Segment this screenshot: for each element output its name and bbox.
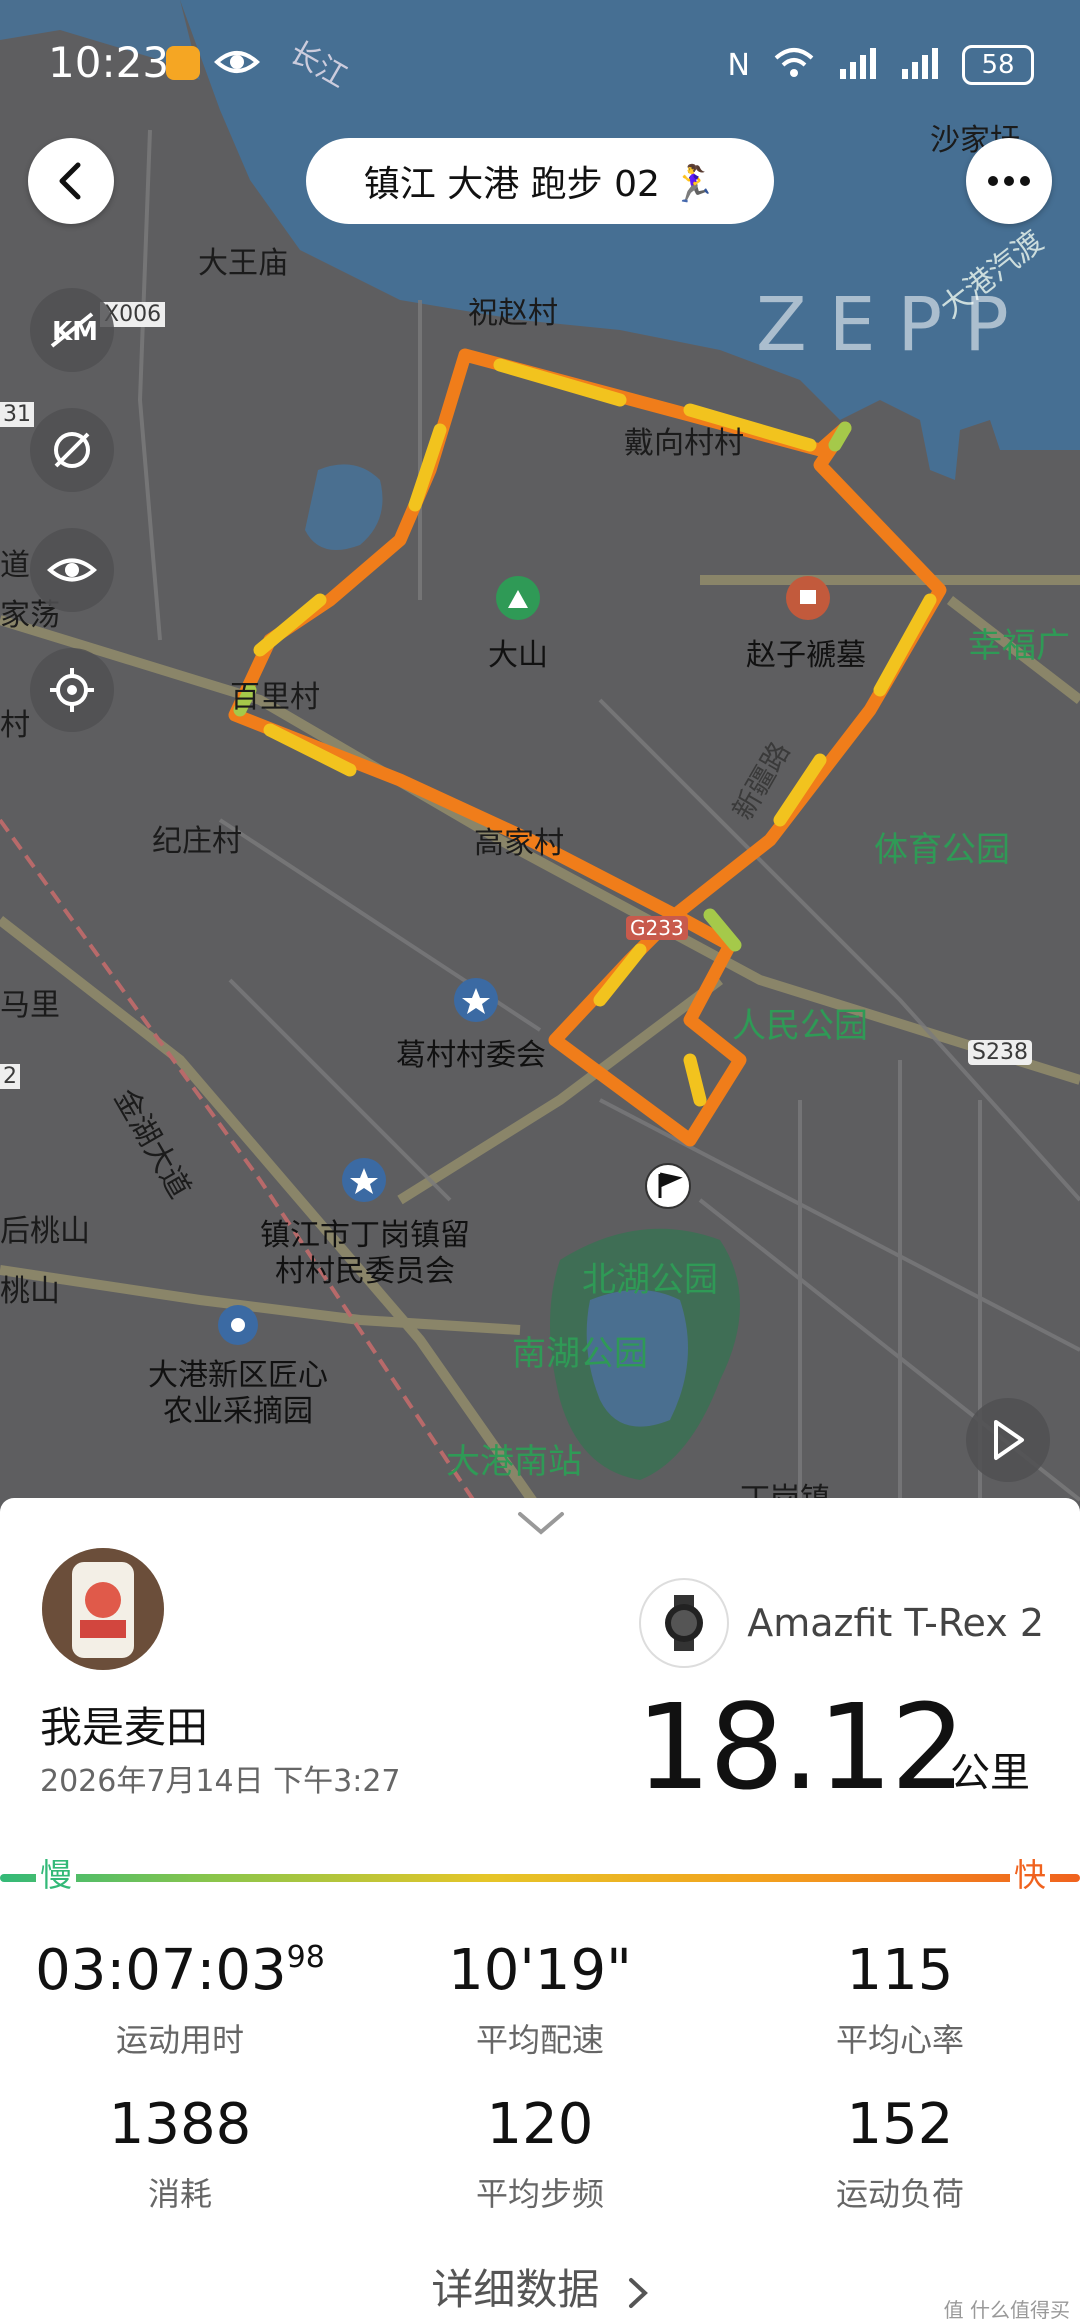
stat-duration-value: 03:07:03 xyxy=(35,1938,287,2003)
map-label-tiyu: 体育公园 xyxy=(874,830,1010,870)
map-label-left2: 2 xyxy=(0,1064,20,1089)
stat-calories-value: 1388 xyxy=(108,2092,252,2157)
collapse-handle[interactable] xyxy=(516,1510,566,1540)
map-label-xingfu: 幸福广 xyxy=(968,626,1070,666)
stat-calories-label: 消耗 xyxy=(147,2175,212,2213)
map-label-zhaozimu: 赵子褫墓 xyxy=(746,638,866,673)
stat-training-load: 152 运动负荷 xyxy=(720,2092,1080,2215)
stat-training-load-value: 152 xyxy=(846,2092,954,2157)
stat-duration-hundredths: 98 xyxy=(286,1940,325,1975)
activity-title: 镇江 大港 跑步 02 🏃‍♀️ xyxy=(306,138,774,224)
status-bar: 10:23 N 58 xyxy=(0,0,1080,120)
stat-avg-pace-value: 10'19" xyxy=(448,1938,632,2003)
hide-route-toggle[interactable] xyxy=(30,408,114,492)
nfc-icon: N xyxy=(727,47,750,83)
map-label-baili: 百里村 xyxy=(230,680,320,715)
stat-avg-cadence-label: 平均步频 xyxy=(475,2175,604,2213)
chevron-down-icon xyxy=(518,1512,564,1535)
stat-avg-cadence-value: 120 xyxy=(486,2092,594,2157)
map-label-dawangmiao: 大王庙 xyxy=(198,246,288,281)
route-off-icon xyxy=(54,432,90,468)
signal-icon-2 xyxy=(900,47,940,83)
map-label-s238: S238 xyxy=(968,1040,1032,1065)
map-label-taoshan: 桃山 xyxy=(0,1274,60,1309)
avatar[interactable] xyxy=(42,1548,164,1670)
detail-data-link[interactable]: 详细数据 xyxy=(0,2256,1080,2317)
map-label-left31: 31 xyxy=(0,402,34,427)
status-time: 10:23 xyxy=(48,38,170,87)
status-icons: N 58 xyxy=(728,40,1034,90)
signal-icon xyxy=(838,47,878,83)
stat-training-load-label: 运动负荷 xyxy=(835,2175,964,2213)
map-label-gaojia: 高家村 xyxy=(474,826,564,861)
stat-avg-heart-rate-value: 115 xyxy=(846,1938,954,2003)
stat-avg-heart-rate: 115 平均心率 xyxy=(720,1938,1080,2061)
locate-button[interactable] xyxy=(30,648,114,732)
summary-panel: 我是麦田 2026年7月14日 下午3:27 Amazfit T-Rex 2 1… xyxy=(0,1498,1080,2324)
eye-icon xyxy=(214,44,260,84)
device-name: Amazfit T-Rex 2 xyxy=(747,1601,1044,1645)
map-label-dagangnan: 大港南站 xyxy=(446,1442,582,1482)
km-icon: KM xyxy=(50,312,96,348)
distance-value: 18.12 xyxy=(636,1678,966,1816)
stat-duration: 03:07:0398 运动用时 xyxy=(0,1938,360,2061)
pace-color-scale xyxy=(0,1874,1080,1882)
map-label-dinggang: 镇江市丁岗镇留村村民委员会 xyxy=(260,1218,470,1289)
stat-avg-pace: 10'19" 平均配速 xyxy=(360,1938,720,2061)
replay-button[interactable] xyxy=(966,1398,1050,1482)
more-options-button[interactable] xyxy=(966,138,1052,224)
stat-duration-label: 运动用时 xyxy=(115,2021,244,2059)
wifi-icon xyxy=(772,46,816,84)
more-dots-icon xyxy=(988,176,1030,186)
map-label-g233: G233 xyxy=(626,916,688,940)
map-label-dashan: 大山 xyxy=(488,638,548,673)
play-icon xyxy=(994,1420,1024,1460)
crosshair-icon xyxy=(50,668,94,712)
lake xyxy=(305,464,383,550)
map-label-gecun: 葛村村委会 xyxy=(396,1038,546,1073)
route-map[interactable]: 长江 沙家圩 大王庙 祝赵村 X006 戴向村村 大港汽渡 大山 赵子褫墓 幸福… xyxy=(0,0,1080,1540)
km-marker-toggle[interactable]: KM xyxy=(30,288,114,372)
site-watermark: 值 什么值得买 xyxy=(943,2298,1070,2322)
watch-icon xyxy=(639,1578,730,1668)
map-canvas xyxy=(0,0,1080,1540)
map-label-nanhu: 南湖公园 xyxy=(512,1334,648,1374)
distance-unit: 公里 xyxy=(950,1750,1030,1796)
map-label-jiangxin: 大港新区匠心农业采摘园 xyxy=(148,1358,328,1429)
zepp-watermark: ZEPP xyxy=(756,282,1031,368)
map-label-mali: 马里 xyxy=(0,988,60,1023)
map-label-leftdao: 道 xyxy=(0,548,30,583)
map-label-daixiangcun: 戴向村村 xyxy=(624,426,744,461)
visibility-toggle[interactable] xyxy=(30,528,114,612)
stat-avg-pace-label: 平均配速 xyxy=(475,2021,604,2059)
map-label-leftcun: 村 xyxy=(0,708,30,743)
pace-fast-label: 快 xyxy=(1009,1850,1050,1896)
map-label-beihu: 北湖公园 xyxy=(582,1260,718,1300)
stat-calories: 1388 消耗 xyxy=(0,2092,360,2215)
map-label-renmin: 人民公园 xyxy=(732,1006,868,1046)
map-label-zhuzhaocun: 祝赵村 xyxy=(468,296,558,331)
map-label-jizhuang: 纪庄村 xyxy=(152,824,242,859)
chevron-left-icon xyxy=(59,162,81,200)
battery-indicator: 58 xyxy=(962,45,1034,85)
chevron-right-icon xyxy=(628,2277,648,2308)
pace-slow-label: 慢 xyxy=(36,1850,77,1896)
map-label-houtaoshan: 后桃山 xyxy=(0,1214,90,1249)
stat-avg-cadence: 120 平均步频 xyxy=(360,2092,720,2215)
eye-icon xyxy=(47,558,97,582)
back-button[interactable] xyxy=(28,138,114,224)
detail-data-label: 详细数据 xyxy=(431,2265,600,2314)
app-notification-icon xyxy=(166,46,200,80)
activity-datetime: 2026年7月14日 下午3:27 xyxy=(40,1764,401,1799)
username: 我是麦田 xyxy=(40,1703,209,1752)
stat-avg-heart-rate-label: 平均心率 xyxy=(835,2021,964,2059)
device-info[interactable]: Amazfit T-Rex 2 xyxy=(639,1578,1044,1668)
